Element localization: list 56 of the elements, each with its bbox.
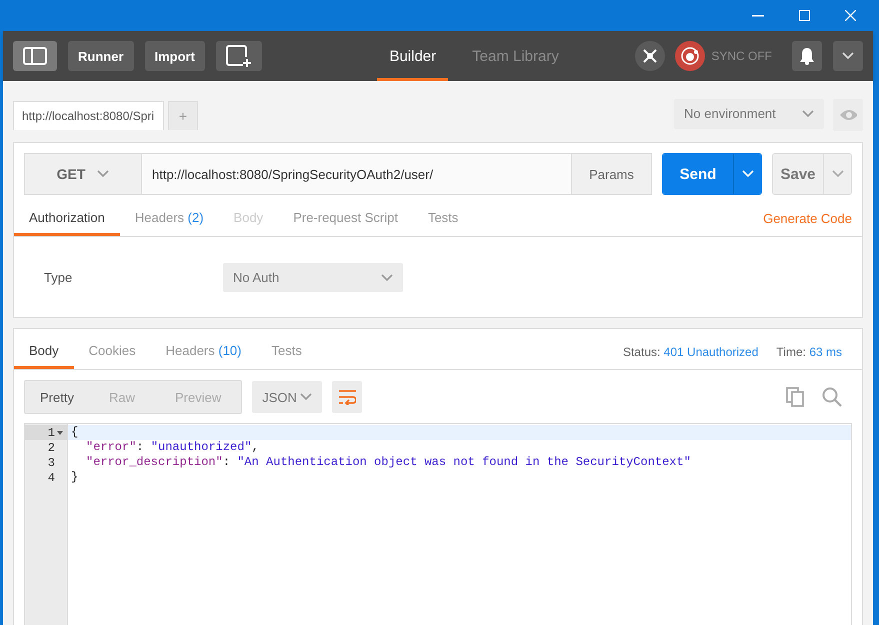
notifications-button[interactable] xyxy=(792,41,822,71)
minimize-icon[interactable] xyxy=(752,14,764,16)
caret-icon xyxy=(381,274,393,282)
sidebar-icon xyxy=(23,47,47,65)
line-number: 1 xyxy=(48,426,55,440)
wrap-icon xyxy=(338,389,356,405)
response-tab[interactable]: Headers (10) xyxy=(150,334,256,369)
send-button[interactable]: Send xyxy=(663,154,733,194)
eye-icon xyxy=(839,108,857,120)
wrap-button[interactable] xyxy=(332,381,362,413)
response-tab[interactable]: Tests xyxy=(256,334,317,369)
maximize-icon[interactable] xyxy=(798,10,810,21)
generate-code-link[interactable]: Generate Code xyxy=(753,201,862,236)
interceptor-icon[interactable] xyxy=(635,41,666,71)
status-text: Status: 401 Unauthorized xyxy=(622,344,758,358)
save-button[interactable]: Save xyxy=(773,154,823,194)
line-number: 4 xyxy=(48,470,55,484)
toolbar-button[interactable]: Runner xyxy=(68,41,134,71)
view-mode-option[interactable]: Preview xyxy=(154,381,242,413)
toolbar-button[interactable]: Import xyxy=(144,41,205,71)
fold-icon[interactable] xyxy=(57,430,63,434)
caret-icon xyxy=(300,393,312,401)
send-options-button[interactable] xyxy=(733,154,761,194)
code-line: "error_description": "An Authentication object was not found in the SecurityContext" xyxy=(85,455,692,470)
view-mode-option[interactable]: Raw xyxy=(88,381,155,413)
new-window-icon xyxy=(226,45,252,67)
request-subtab[interactable]: Authorization xyxy=(14,201,120,236)
menu-button[interactable] xyxy=(833,41,863,71)
environment-select[interactable]: No environment xyxy=(674,98,824,128)
close-icon[interactable] xyxy=(844,10,856,21)
sync-icon[interactable] xyxy=(675,41,706,71)
new-window-button[interactable] xyxy=(216,41,262,71)
view-mode-option[interactable]: Pretty xyxy=(25,381,89,413)
caret-icon xyxy=(832,170,844,178)
bell-icon xyxy=(799,47,815,65)
response-tab[interactable]: Cookies xyxy=(74,334,151,369)
request-subtab[interactable]: Pre-request Script xyxy=(278,201,413,236)
auth-type-select[interactable]: No Auth xyxy=(223,263,403,292)
code-line: "error": "unauthorized", xyxy=(85,440,260,455)
caret-icon xyxy=(802,110,814,118)
caret-icon xyxy=(842,52,854,60)
code-line: } xyxy=(70,470,80,485)
sync-status: SYNC OFF xyxy=(711,49,772,63)
sidebar-toggle-button[interactable] xyxy=(13,41,57,71)
line-number: 2 xyxy=(48,440,55,454)
add-tab-button[interactable]: + xyxy=(168,101,198,130)
request-subtab[interactable]: Tests xyxy=(412,201,474,236)
format-select[interactable]: JSON xyxy=(252,381,322,413)
request-subtab[interactable]: Headers (2) xyxy=(120,201,219,236)
type-label: Type xyxy=(44,270,74,285)
request-tab[interactable]: http://localhost:8080/Spri xyxy=(13,101,164,130)
line-number: 3 xyxy=(48,456,55,470)
caret-icon xyxy=(742,170,754,178)
time-text: Time: 63 ms xyxy=(776,344,842,358)
nav-tab[interactable]: Team Library xyxy=(460,31,571,81)
response-tab[interactable]: Body xyxy=(14,334,74,369)
